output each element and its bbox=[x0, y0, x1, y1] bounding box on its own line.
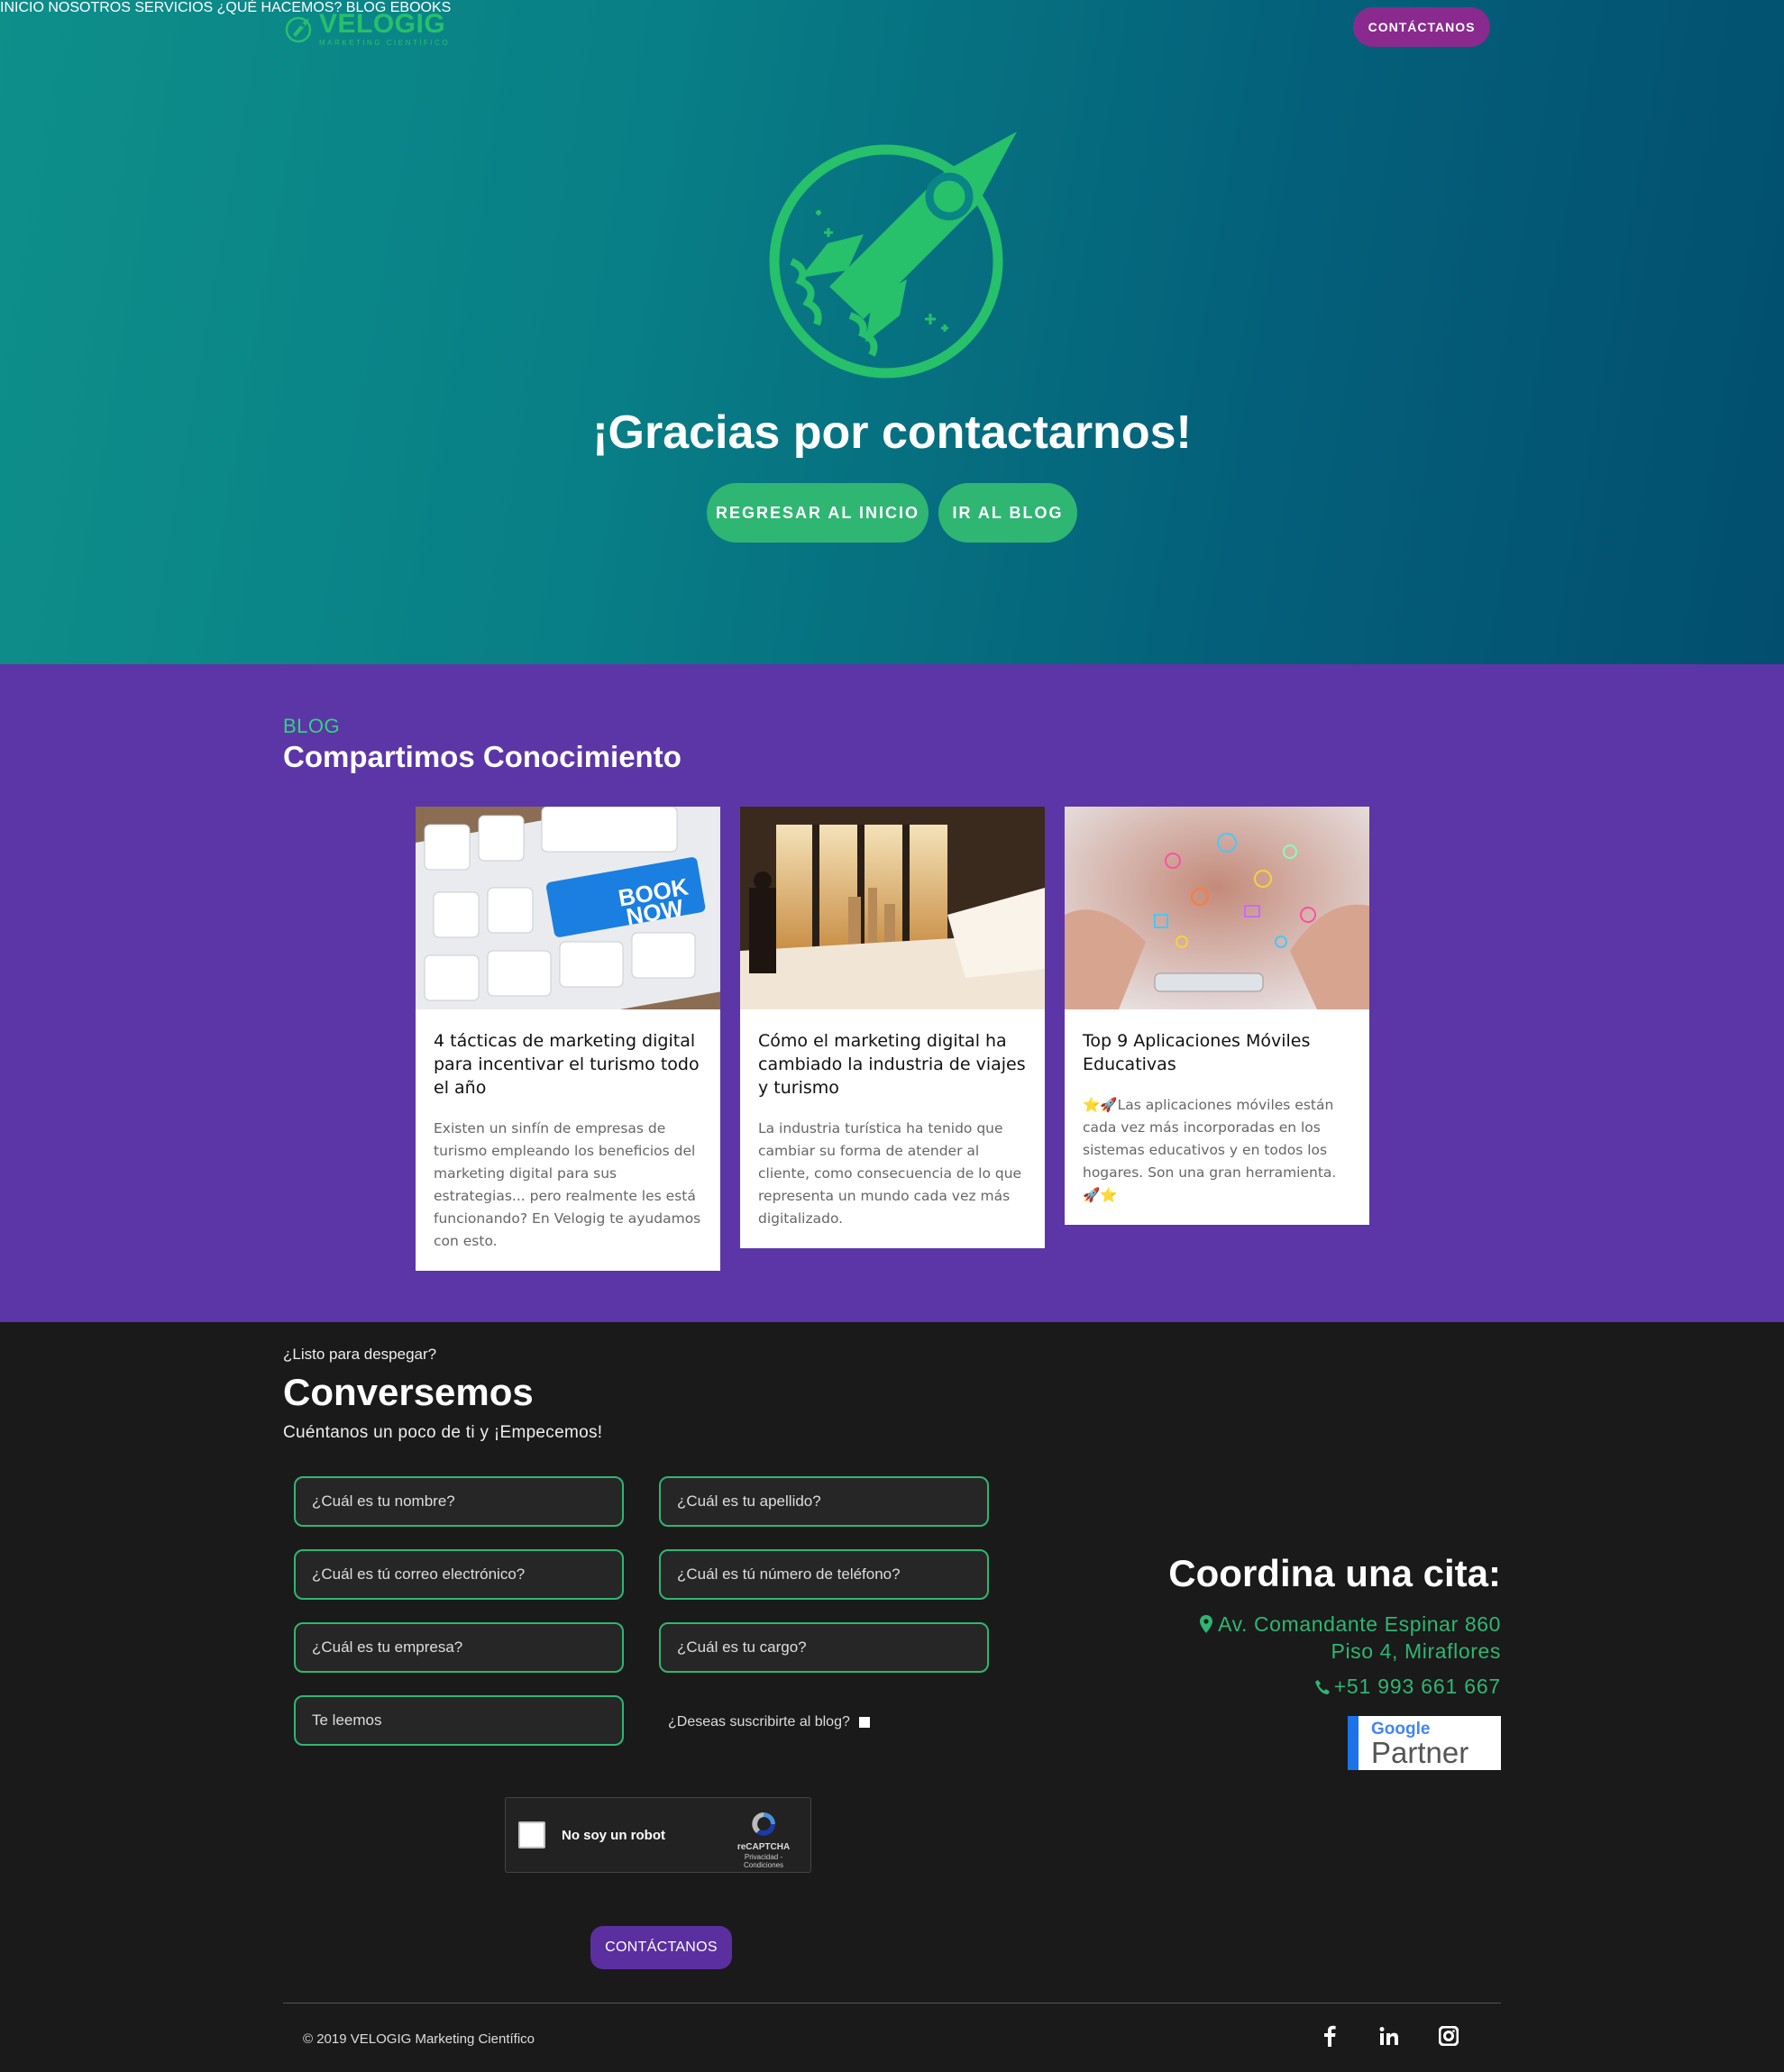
address: Av. Comandante Espinar 860 Piso 4, Miraf… bbox=[1168, 1611, 1501, 1664]
phone-number: +51 993 661 667 bbox=[1333, 1675, 1501, 1698]
nav-servicios[interactable]: SERVICIOS bbox=[134, 0, 213, 15]
address-line-1: Av. Comandante Espinar 860 bbox=[1218, 1612, 1501, 1636]
message-field[interactable]: Te leemos bbox=[294, 1695, 624, 1746]
footer-divider bbox=[283, 2003, 1501, 2004]
blog-card[interactable]: Cómo el marketing digital ha cambiado la… bbox=[740, 807, 1045, 1248]
facebook-icon[interactable] bbox=[1317, 2023, 1342, 2049]
rocket-icon bbox=[769, 132, 1017, 379]
logo-rocket-icon bbox=[285, 16, 312, 43]
email-field[interactable]: ¿Cuál es tú correo electrónico? bbox=[294, 1549, 624, 1600]
hotel-room-window-image bbox=[740, 807, 1045, 1009]
submit-contact-button[interactable]: CONTÁCTANOS bbox=[590, 1926, 732, 1969]
subscribe-checkbox[interactable]: ¿Deseas suscribirte al blog? bbox=[668, 1714, 870, 1730]
google-partner-partner: Partner bbox=[1371, 1736, 1469, 1769]
recaptcha-icon bbox=[752, 1812, 775, 1836]
keyboard-book-now-image: BOOK NOW bbox=[416, 807, 720, 1009]
phone-field[interactable]: ¿Cuál es tú número de teléfono? bbox=[659, 1549, 989, 1600]
blog-card-title[interactable]: 4 tácticas de marketing digital para inc… bbox=[434, 1029, 702, 1100]
appointment-block: Coordina una cita: Av. Comandante Espina… bbox=[1168, 1552, 1501, 1701]
blog-section: BLOG Compartimos Conocimiento BOOK NOW 4… bbox=[0, 664, 1784, 1322]
address-line-2: Piso 4, Miraflores bbox=[1331, 1639, 1501, 1663]
blog-title: Compartimos Conocimiento bbox=[283, 740, 682, 773]
brand-tagline: MARKETING CIENTÍFICO bbox=[319, 39, 451, 47]
hero-title: ¡Gracias por contactarnos! bbox=[592, 406, 1192, 459]
contact-subtitle: Cuéntanos un poco de ti y ¡Empecemos! bbox=[283, 1423, 603, 1442]
blog-card-excerpt: ⭐🚀Las aplicaciones móviles están cada ve… bbox=[1083, 1097, 1337, 1203]
recaptcha-logo: reCAPTCHA Privacidad - Condiciones bbox=[727, 1809, 800, 1870]
phone-icon bbox=[1314, 1676, 1331, 1701]
instagram-icon[interactable] bbox=[1436, 2023, 1461, 2049]
logo[interactable]: VELOGIG MARKETING CIENTÍFICO bbox=[283, 11, 450, 47]
first-name-field[interactable]: ¿Cuál es tu nombre? bbox=[294, 1476, 624, 1527]
subscribe-label: ¿Deseas suscribirte al blog? bbox=[668, 1714, 850, 1730]
nav-inicio[interactable]: INICIO bbox=[0, 0, 44, 15]
phone-link[interactable]: +51 993 661 667 bbox=[1168, 1675, 1501, 1701]
position-field[interactable]: ¿Cuál es tu cargo? bbox=[659, 1622, 989, 1673]
recaptcha-brand: reCAPTCHA bbox=[736, 1841, 791, 1852]
last-name-field[interactable]: ¿Cuál es tu apellido? bbox=[659, 1476, 989, 1527]
subscribe-checkbox-box[interactable] bbox=[858, 1717, 870, 1728]
blog-card-excerpt: La industria turística ha tenido que cam… bbox=[758, 1120, 1022, 1227]
appointment-title: Coordina una cita: bbox=[1168, 1552, 1501, 1594]
recaptcha-checkbox[interactable] bbox=[518, 1821, 545, 1848]
go-blog-button[interactable]: IR AL BLOG bbox=[938, 483, 1077, 543]
company-field[interactable]: ¿Cuál es tu empresa? bbox=[294, 1622, 624, 1673]
recaptcha-widget[interactable]: No soy un robot reCAPTCHA Privacidad - C… bbox=[505, 1797, 811, 1873]
map-marker-icon bbox=[1200, 1613, 1213, 1638]
linkedin-icon[interactable] bbox=[1377, 2023, 1402, 2049]
blog-card[interactable]: BOOK NOW 4 tácticas de marketing digital… bbox=[416, 807, 720, 1271]
google-partner-badge[interactable]: Google Partner bbox=[1348, 1716, 1501, 1770]
nav-nosotros[interactable]: NOSOTROS bbox=[48, 0, 131, 15]
back-home-button[interactable]: REGRESAR AL INICIO bbox=[707, 483, 929, 543]
recaptcha-label: No soy un robot bbox=[562, 1827, 665, 1843]
hero-section: VELOGIG MARKETING CIENTÍFICO INICIO NOSO… bbox=[0, 0, 1784, 664]
brand-name: VELOGIG bbox=[319, 9, 446, 39]
recaptcha-links[interactable]: Privacidad - Condiciones bbox=[727, 1853, 800, 1870]
contact-section: ¿Listo para despegar? Conversemos Cuénta… bbox=[0, 1322, 1784, 2072]
blog-card-excerpt: Existen un sinfín de empresas de turismo… bbox=[434, 1120, 701, 1249]
blog-kicker: BLOG bbox=[283, 715, 341, 737]
contact-title: Conversemos bbox=[283, 1371, 534, 1413]
top-navigation: VELOGIG MARKETING CIENTÍFICO INICIO NOSO… bbox=[0, 0, 1784, 54]
nav-contact-button[interactable]: CONTÁCTANOS bbox=[1353, 7, 1490, 47]
blog-card-title[interactable]: Top 9 Aplicaciones Móviles Educativas bbox=[1083, 1029, 1351, 1076]
blog-card-title[interactable]: Cómo el marketing digital ha cambiado la… bbox=[758, 1029, 1027, 1100]
contact-kicker: ¿Listo para despegar? bbox=[283, 1346, 437, 1363]
blog-card[interactable]: Top 9 Aplicaciones Móviles Educativas ⭐🚀… bbox=[1065, 807, 1369, 1225]
mobile-apps-icons-image bbox=[1065, 807, 1369, 1009]
copyright: © 2019 VELOGIG Marketing Científico bbox=[303, 2031, 535, 2047]
